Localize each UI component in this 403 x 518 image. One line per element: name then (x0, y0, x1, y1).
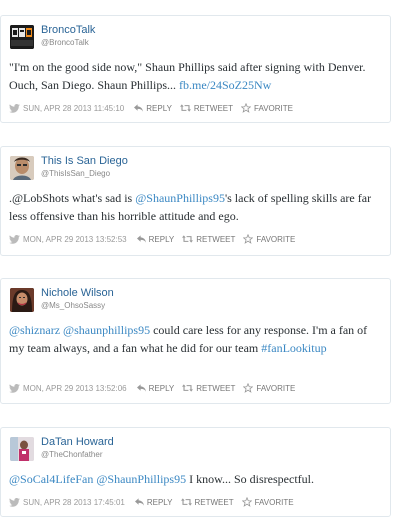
twitter-bird-icon (9, 234, 20, 244)
reply-button[interactable]: REPLY (134, 104, 172, 113)
tweet-text-segment: "I'm on the good side now," Shaun Philli… (9, 60, 325, 74)
tweet-text: .@LobShots what's sad is @ShaunPhillips9… (9, 189, 384, 225)
favorite-button[interactable]: FAVORITE (243, 383, 295, 393)
user-handle[interactable]: @Ms_OhsoSassy (41, 301, 105, 310)
favorite-button[interactable]: FAVORITE (241, 497, 294, 507)
tweet-card: BroncoTalk @BroncoTalk "I'm on the good … (0, 15, 391, 123)
retweet-button[interactable]: RETWEET (179, 103, 234, 113)
tweet-text-segment: .@LobShots what's sad is (9, 191, 136, 205)
tweet-text: @shiznarz @shaunphillips95 could care le… (9, 321, 384, 357)
reply-arrow-icon (136, 384, 146, 392)
retweet-icon (182, 235, 194, 243)
twitter-bird-icon (9, 383, 20, 393)
favorite-label: FAVORITE (256, 383, 296, 393)
retweet-label: RETWEET (193, 103, 234, 113)
retweet-icon (182, 384, 194, 392)
reply-label: REPLY (146, 497, 173, 507)
favorite-label: FAVORITE (254, 497, 294, 507)
favorite-label: FAVORITE (256, 234, 296, 244)
star-icon (241, 103, 252, 113)
tweet-timestamp[interactable]: MON, APR 29 2013 13:52:53 (23, 235, 127, 244)
reply-button[interactable]: REPLY (136, 234, 175, 244)
twitter-bird-icon (9, 497, 20, 507)
favorite-button[interactable]: FAVORITE (243, 234, 295, 244)
display-name[interactable]: DaTan Howard (41, 436, 114, 448)
star-icon (241, 497, 252, 507)
tweet-link[interactable]: @shiznarz (9, 323, 60, 337)
display-name[interactable]: This Is San Diego (41, 155, 128, 167)
tweet-text-segment: I know... So disrespectful. (186, 472, 314, 486)
reply-label: REPLY (148, 383, 175, 393)
reply-arrow-icon (134, 104, 144, 112)
retweet-label: RETWEET (194, 497, 234, 507)
reply-button[interactable]: REPLY (136, 383, 175, 393)
tweet-card: DaTan Howard @TheChonfather @SoCal4LifeF… (0, 427, 391, 517)
tweet-link[interactable]: #fanLookitup (261, 341, 326, 355)
tweet-timestamp[interactable]: SUN, APR 28 2013 11:45:10 (23, 104, 124, 113)
star-icon (243, 383, 254, 393)
tweet-card: This Is San Diego @ThisIsSan_Diego .@Lob… (0, 146, 391, 256)
avatar[interactable] (10, 25, 34, 49)
user-handle[interactable]: @BroncoTalk (41, 38, 89, 47)
user-handle[interactable]: @ThisIsSan_Diego (41, 169, 110, 178)
tweet-link[interactable]: @ShaunPhillips95 (96, 472, 186, 486)
reply-label: REPLY (146, 103, 172, 113)
tweet-actions: SUN, APR 28 2013 17:45:01 REPLY RETWEET … (9, 496, 302, 508)
retweet-label: RETWEET (196, 383, 236, 393)
avatar[interactable] (10, 437, 34, 461)
reply-button[interactable]: REPLY (134, 497, 173, 507)
reply-label: REPLY (148, 234, 175, 244)
tweet-link[interactable]: @SoCal4LifeFan (9, 472, 93, 486)
tweet-card: Nichole Wilson @Ms_OhsoSassy @shiznarz @… (0, 278, 391, 404)
display-name[interactable]: BroncoTalk (41, 24, 95, 36)
twitter-bird-icon (9, 103, 20, 113)
tweet-text: @SoCal4LifeFan @ShaunPhillips95 I know..… (9, 470, 384, 488)
reply-arrow-icon (134, 498, 144, 506)
avatar[interactable] (10, 156, 34, 180)
tweet-actions: MON, APR 29 2013 13:52:06 REPLY RETWEET … (9, 382, 303, 394)
tweet-link[interactable]: fb.me/24SoZ25Nw (179, 78, 271, 92)
tweet-actions: MON, APR 29 2013 13:52:53 REPLY RETWEET … (9, 233, 303, 245)
tweet-timestamp[interactable]: SUN, APR 28 2013 17:45:01 (23, 498, 125, 507)
favorite-label: FAVORITE (254, 103, 293, 113)
tweet-link[interactable]: @shaunphillips95 (63, 323, 150, 337)
retweet-button[interactable]: RETWEET (180, 497, 234, 507)
reply-arrow-icon (136, 235, 146, 243)
retweet-button[interactable]: RETWEET (182, 384, 235, 393)
favorite-button[interactable]: FAVORITE (241, 103, 293, 113)
tweet-text: "I'm on the good side now," Shaun Philli… (9, 58, 384, 94)
tweet-timestamp[interactable]: MON, APR 29 2013 13:52:06 (23, 384, 127, 393)
star-icon (243, 234, 254, 244)
retweet-icon (180, 498, 192, 506)
tweet-link[interactable]: @ShaunPhillips95 (135, 191, 225, 205)
retweet-button[interactable]: RETWEET (182, 235, 235, 244)
retweet-icon (179, 104, 191, 112)
user-handle[interactable]: @TheChonfather (41, 450, 103, 459)
avatar[interactable] (10, 288, 34, 312)
tweet-actions: SUN, APR 28 2013 11:45:10 REPLY RETWEET … (9, 102, 301, 114)
retweet-label: RETWEET (196, 234, 236, 244)
display-name[interactable]: Nichole Wilson (41, 287, 114, 299)
